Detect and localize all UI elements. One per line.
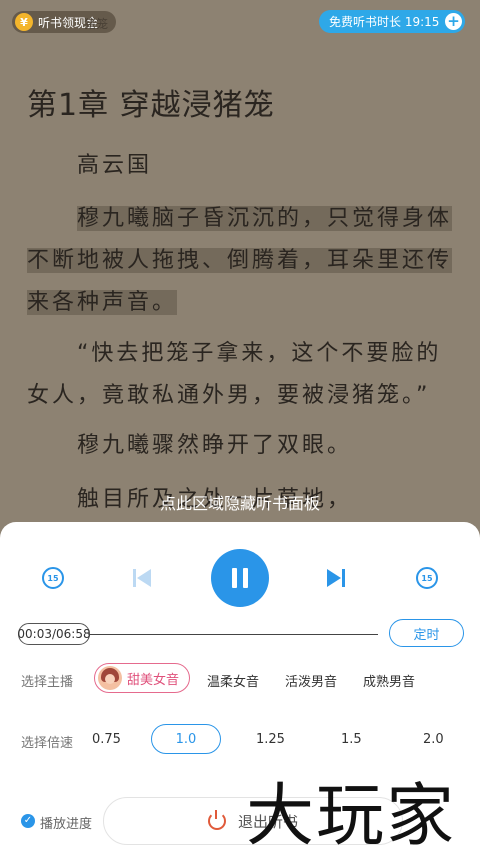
pause-button[interactable] [211, 549, 269, 607]
free-listen-time-pill[interactable]: 免费听书时长 19:15 + [319, 10, 465, 33]
speed-option-selected[interactable]: 1.0 [151, 724, 221, 754]
speed-option-0-75[interactable]: 0.75 [92, 732, 121, 747]
add-time-icon[interactable]: + [445, 13, 462, 30]
paragraph-4: 穆九曦骤然睁开了双眼。 [77, 433, 353, 458]
coin-icon: ¥ [15, 13, 33, 31]
voice-option-mature-male[interactable]: 成熟男音 [363, 671, 415, 690]
play-progress-label[interactable]: 播放进度 [40, 813, 92, 832]
avatar [98, 666, 122, 690]
voice-option-selected[interactable]: 甜美女音 [94, 663, 190, 693]
ghost-header-text: 猪笼 [84, 17, 109, 31]
previous-chapter-button[interactable] [131, 567, 153, 589]
voice-option-selected-label: 甜美女音 [127, 672, 180, 688]
speed-option-1-25[interactable]: 1.25 [256, 732, 285, 747]
progress-track[interactable] [90, 634, 378, 635]
speed-option-2-0[interactable]: 2.0 [423, 732, 444, 747]
pause-icon-bar-right [243, 568, 248, 588]
skip-previous-icon [133, 569, 151, 587]
voice-option-lively-male[interactable]: 活泼男音 [285, 671, 337, 690]
timer-button[interactable]: 定时 [389, 619, 464, 647]
watermark-logo: 大玩家 [246, 777, 457, 853]
progress-thumb-time[interactable]: 00:03/06:58 [17, 623, 91, 645]
chapter-title: 第1章 穿越浸猪笼 [27, 88, 275, 123]
hide-panel-hint[interactable]: 点此区域隐藏听书面板 [0, 490, 480, 514]
paragraph-2: 穆九曦脑子昏沉沉的，只觉得身体不断地被人拖拽、倒腾着，耳朵里还传来各种声音。 [27, 198, 465, 324]
power-icon [207, 810, 226, 830]
speed-option-1-5[interactable]: 1.5 [341, 732, 362, 747]
paragraph-3: “快去把笼子拿来，这个不要脸的女人，竟敢私通外男，要被浸猪笼。” [27, 341, 442, 408]
skip-next-icon [327, 569, 345, 587]
pause-icon-bar-left [232, 568, 237, 588]
voice-row-label: 选择主播 [21, 675, 74, 690]
paragraph-2-text: 穆九曦脑子昏沉沉的，只觉得身体不断地被人拖拽、倒腾着，耳朵里还传来各种声音。 [27, 206, 453, 315]
free-listen-time-label: 免费听书时长 19:15 [329, 15, 440, 29]
speed-row-label: 选择倍速 [21, 736, 74, 751]
checkbox-checked-icon[interactable]: ✓ [21, 814, 35, 828]
next-chapter-button[interactable] [325, 567, 347, 589]
paragraph-1: 高云国 [77, 153, 153, 178]
forward-15-icon: 15 [416, 567, 438, 589]
forward-15-button[interactable]: 15 [416, 567, 438, 589]
rewind-15-icon: 15 [42, 567, 64, 589]
rewind-15-button[interactable]: 15 [42, 567, 64, 589]
voice-option-gentle-female[interactable]: 温柔女音 [207, 671, 259, 690]
